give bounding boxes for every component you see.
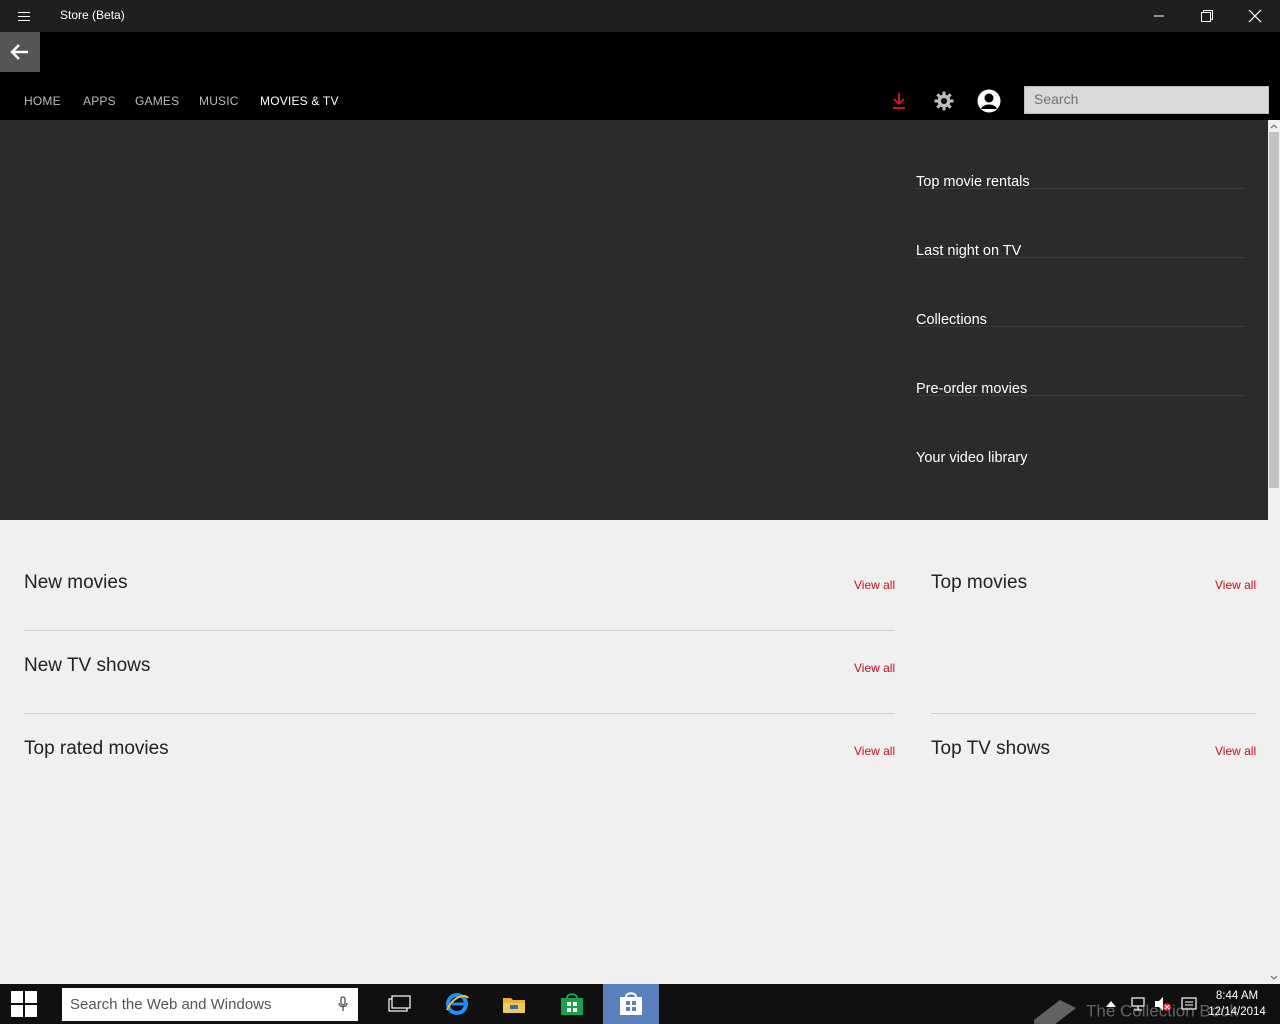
hero-link-top-movie-rentals[interactable]: Top movie rentals [916,120,1244,190]
section-title: New movies [24,572,128,593]
hero-link-label: Your video library [916,450,1028,466]
watermark-text: The Collection Book [1086,1001,1239,1021]
section-new-tv-shows: New TV shows View all [24,655,895,685]
account-avatar-icon[interactable] [976,88,1002,114]
divider [24,630,895,631]
title-bar: Store (Beta) [0,0,1280,32]
store-app-icon[interactable] [544,984,600,1024]
hero-link-your-video-library[interactable]: Your video library [916,396,1244,466]
minimize-button[interactable] [1136,0,1182,32]
start-button[interactable] [0,984,48,1024]
hero-link-label: Last night on TV [916,243,1022,259]
section-title: New TV shows [24,655,151,676]
hero-banner: Top movie rentals Last night on TV Colle… [0,120,1268,520]
restore-button[interactable] [1184,0,1230,32]
gear-icon[interactable] [931,88,957,114]
download-icon[interactable] [886,88,912,114]
scroll-up-arrow-icon[interactable] [1268,120,1280,132]
view-all-link[interactable]: View all [1215,578,1256,592]
store-search-field[interactable] [1024,86,1269,114]
taskbar-search-placeholder: Search the Web and Windows [70,996,272,1013]
watermark: The Collection Book [1030,994,1238,1024]
vertical-scrollbar[interactable] [1268,120,1280,984]
view-all-link[interactable]: View all [1215,744,1256,758]
section-title: Top movies [931,572,1028,593]
minimize-icon [1154,15,1164,17]
divider [24,713,895,714]
scrollbar-thumb[interactable] [1269,132,1279,488]
tab-apps[interactable]: APPS [83,94,116,108]
section-title: Top rated movies [24,738,169,759]
hamburger-menu-icon[interactable] [8,0,40,32]
hero-link-label: Pre-order movies [916,381,1028,397]
store-search-input[interactable] [1034,91,1259,107]
task-view-icon[interactable] [371,984,427,1024]
back-arrow-icon [10,44,28,60]
section-new-movies: New movies View all [24,572,895,602]
scroll-down-arrow-icon[interactable] [1268,972,1280,984]
hero-link-pre-order-movies[interactable]: Pre-order movies [916,327,1244,397]
hero-link-label: Collections [916,312,987,328]
close-button[interactable] [1232,0,1278,32]
section-title: Top TV shows [931,738,1050,759]
book-icon [1034,1000,1076,1024]
restore-icon [1201,10,1213,22]
view-all-link[interactable]: View all [854,661,895,675]
store-beta-app-icon[interactable] [603,984,659,1024]
tab-home[interactable]: HOME [24,94,61,108]
taskbar-search-box[interactable]: Search the Web and Windows [62,988,358,1021]
microphone-icon[interactable] [338,996,348,1016]
view-all-link[interactable]: View all [854,578,895,592]
divider [931,713,1256,714]
file-explorer-icon[interactable] [486,984,542,1024]
nav-bar: HOME APPS GAMES MUSIC MOVIES & TV [0,72,1280,120]
internet-explorer-icon[interactable] [429,984,485,1024]
content-area: New movies View all New TV shows View al… [0,520,1268,984]
windows-logo-icon [11,991,37,1017]
tab-movies-tv[interactable]: MOVIES & TV [260,94,339,108]
hero-link-last-night-on-tv[interactable]: Last night on TV [916,189,1244,259]
close-icon [1248,9,1262,23]
section-top-rated-movies: Top rated movies View all [24,738,895,768]
section-top-tv-shows: Top TV shows View all [931,738,1256,768]
window-title: Store (Beta) [60,8,125,22]
tab-music[interactable]: MUSIC [199,94,239,108]
back-button[interactable] [0,32,40,72]
hero-link-label: Top movie rentals [916,174,1030,190]
section-top-movies: Top movies View all [931,572,1256,602]
view-all-link[interactable]: View all [854,744,895,758]
hero-link-collections[interactable]: Collections [916,258,1244,328]
tab-games[interactable]: GAMES [135,94,179,108]
back-row [0,32,1280,72]
